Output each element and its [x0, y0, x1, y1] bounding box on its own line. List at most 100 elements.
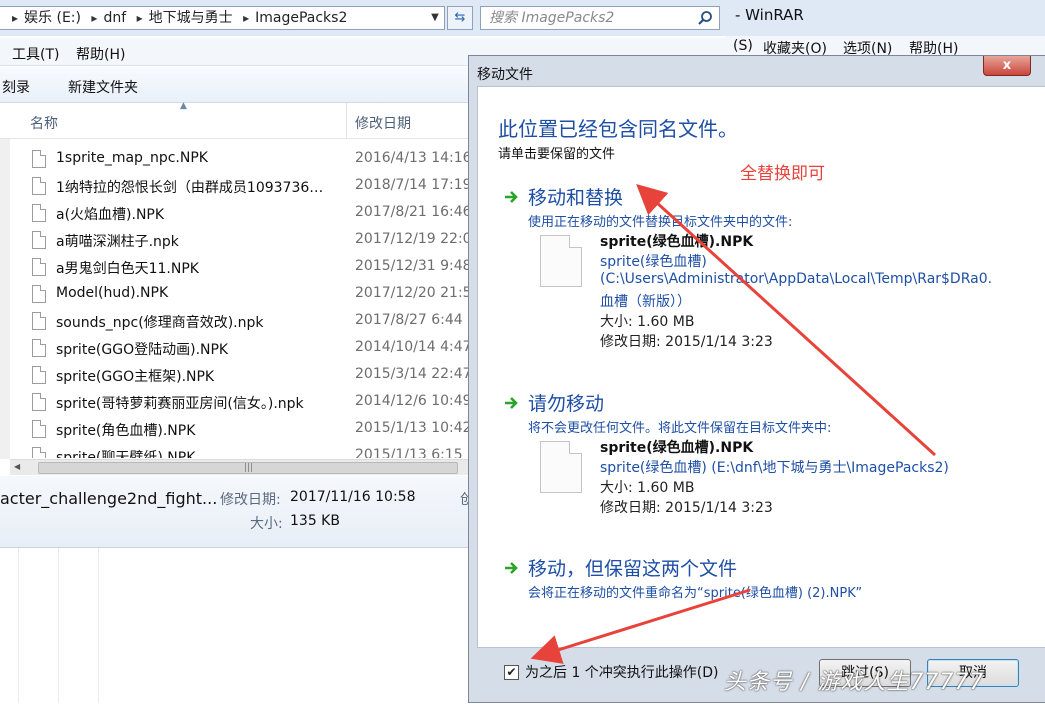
file-path-line: 血槽（新版）） [600, 294, 691, 310]
file-icon [32, 312, 46, 330]
file-row[interactable]: sounds_npc(修理商音效改).npk 2017/8/27 6:44 [30, 308, 470, 335]
green-arrow-icon [505, 191, 518, 203]
option-title: 请勿移动 [528, 393, 605, 415]
horizontal-scrollbar[interactable]: ◀ ||| [10, 459, 470, 475]
search-icon[interactable] [697, 10, 713, 26]
file-name: sprite(哥特萝莉赛丽亚房间(信女。).npk [56, 396, 304, 412]
scroll-left-icon[interactable]: ◀ [14, 462, 20, 471]
green-arrow-icon [505, 562, 518, 574]
column-modified-header[interactable]: 修改日期 [355, 113, 411, 133]
details-pane: acter_challenge2nd_fight... 修改日期: 2017/1… [0, 476, 474, 548]
file-icon [32, 204, 46, 222]
breadcrumb-chevron-icon: ▸ [243, 11, 250, 25]
burn-button[interactable]: 刻录 [2, 77, 30, 97]
refresh-icon[interactable]: ⇆ [447, 6, 473, 30]
address-bar[interactable]: ▸ 娱乐 (E:) ▸ dnf ▸ 地下城与勇士 ▸ ImagePacks2 [0, 6, 445, 30]
file-name: sprite(聊天壁纸).NPK [56, 450, 196, 458]
menu-help[interactable]: 帮助(H) [76, 44, 125, 64]
file-size: 大小: 1.60 MB [600, 314, 695, 330]
file-modified-date: 2017/12/20 21:5 [355, 285, 470, 301]
file-row[interactable]: sprite(角色血槽).NPK 2015/1/13 10:42 [30, 416, 470, 443]
new-folder-button[interactable]: 新建文件夹 [68, 77, 138, 97]
close-glyph: x [1002, 58, 1012, 73]
search-placeholder: 搜索 ImagePacks2 [489, 10, 615, 26]
file-size: 大小: 1.60 MB [600, 480, 695, 496]
scrollbar-thumb[interactable]: ||| [38, 462, 458, 474]
file-row[interactable]: sprite(GGO登陆动画).NPK 2014/10/14 4:47 [30, 335, 470, 362]
file-row[interactable]: 1纳特拉的怨恨长剑（由群成员1093736… 2018/7/14 17:19 [30, 173, 470, 200]
option-title: 移动和替换 [528, 187, 624, 209]
file-modified-date: 2015/3/14 22:47 [355, 366, 470, 382]
file-path-line: sprite(绿色血槽) [600, 254, 707, 270]
size-label: 大小: [250, 516, 283, 532]
winrar-titlebar: - WinRAR [725, 0, 1045, 36]
file-row[interactable]: a萌喵深渊柱子.npk 2017/12/19 22:0 [30, 227, 470, 254]
file-name: a男鬼剑白色天11.NPK [56, 261, 199, 277]
file-name: sprite(角色血槽).NPK [56, 423, 196, 439]
dialog-heading: 此位置已经包含同名文件。 [498, 117, 738, 141]
modified-value: 2017/11/16 10:58 [290, 489, 416, 505]
winrar-menubar: (S) 收藏夹(O) 选项(N) 帮助(H) [725, 36, 1045, 57]
apply-to-all-label[interactable]: 为之后 1 个冲突执行此操作(D) [525, 662, 719, 682]
apply-to-all-checkbox[interactable]: ✔ [504, 665, 519, 680]
file-row[interactable]: a男鬼剑白色天11.NPK 2015/12/31 9:48 [30, 254, 470, 281]
file-modified-date: 2015/1/13 6:15 [355, 447, 463, 458]
option-description: 将不会更改任何文件。将此文件保留在目标文件夹中: [528, 421, 832, 436]
file-path-line: sprite(绿色血槽) (E:\dnf\地下城与勇士\ImagePacks2) [600, 460, 949, 476]
file-icon [32, 420, 46, 438]
lower-pane [0, 548, 470, 703]
option-move-and-replace[interactable]: 移动和替换 使用正在移动的文件替换目标文件夹中的文件: sprite(绿色血槽)… [498, 183, 1038, 363]
close-icon[interactable]: x [983, 56, 1031, 76]
file-name: 1sprite_map_npc.NPK [56, 150, 208, 166]
file-modified-date: 2015/1/13 10:42 [355, 420, 470, 436]
option-keep-both[interactable]: 移动，但保留这两个文件 会将正在移动的文件重命名为“sprite(绿色血槽) (… [498, 554, 1038, 604]
file-modified: 修改日期: 2015/1/14 3:23 [600, 334, 773, 350]
file-icon [32, 339, 46, 357]
column-name-header[interactable]: 名称 [30, 113, 58, 133]
selected-file-name: acter_challenge2nd_fight... [0, 489, 218, 508]
dialog-title: 移动文件 [477, 67, 533, 83]
file-icon [540, 235, 582, 287]
green-arrow-icon [505, 397, 518, 409]
breadcrumb-chevron-icon: ▸ [136, 11, 143, 25]
file-icon [32, 366, 46, 384]
file-path-line: (C:\Users\Administrator\AppData\Local\Te… [600, 271, 993, 287]
file-name: sprite(绿色血槽).NPK [600, 234, 754, 250]
address-dropdown-icon[interactable]: ▼ [426, 7, 444, 29]
option-do-not-move[interactable]: 请勿移动 将不会更改任何文件。将此文件保留在目标文件夹中: sprite(绿色血… [498, 389, 1038, 539]
file-icon [32, 258, 46, 276]
breadcrumb-item[interactable]: dnf [103, 10, 126, 26]
search-input[interactable]: 搜索 ImagePacks2 [480, 6, 720, 30]
winrar-menu-item[interactable]: (S) [733, 38, 753, 54]
file-row[interactable]: sprite(GGO主框架).NPK 2015/3/14 22:47 [30, 362, 470, 389]
divider [58, 548, 59, 703]
breadcrumb-item[interactable]: ImagePacks2 [255, 10, 347, 26]
file-name: sounds_npc(修理商音效改).npk [56, 315, 264, 331]
column-header-row: ▲ 名称 修改日期 [0, 101, 470, 139]
breadcrumb-item[interactable]: 娱乐 (E:) [24, 10, 81, 26]
file-name: a萌喵深渊柱子.npk [56, 234, 179, 250]
file-row[interactable]: sprite(聊天壁纸).NPK 2015/1/13 6:15 [30, 443, 470, 458]
file-modified-date: 2017/8/21 16:46 [355, 204, 470, 220]
file-icon [32, 285, 46, 303]
file-list: 1sprite_map_npc.NPK 2016/4/13 14:16 1纳特拉的怨… [30, 146, 470, 458]
file-icon [32, 150, 46, 168]
column-divider[interactable] [346, 103, 347, 139]
file-modified: 修改日期: 2015/1/14 3:23 [600, 500, 773, 516]
option-description: 使用正在移动的文件替换目标文件夹中的文件: [528, 215, 793, 230]
file-name: sprite(GGO主框架).NPK [56, 369, 215, 385]
modified-label: 修改日期: [220, 492, 281, 508]
sort-ascending-icon: ▲ [180, 101, 187, 111]
file-modified-date: 2017/12/19 22:0 [355, 231, 470, 247]
file-row[interactable]: sprite(哥特萝莉赛丽亚房间(信女。).npk 2014/12/6 10:49 [30, 389, 470, 416]
file-row[interactable]: Model(hud).NPK 2017/12/20 21:5 [30, 281, 470, 308]
file-name: sprite(GGO登陆动画).NPK [56, 342, 229, 358]
breadcrumb-item[interactable]: 地下城与勇士 [149, 10, 233, 26]
file-row[interactable]: a(火焰血槽).NPK 2017/8/21 16:46 [30, 200, 470, 227]
file-name: 1纳特拉的怨恨长剑（由群成员1093736… [56, 180, 324, 196]
navigation-pane-edge [0, 139, 10, 459]
menu-tools[interactable]: 工具(T) [12, 44, 59, 64]
divider [18, 548, 19, 703]
option-description: 会将正在移动的文件重命名为“sprite(绿色血槽) (2).NPK” [528, 586, 863, 601]
file-row[interactable]: 1sprite_map_npc.NPK 2016/4/13 14:16 [30, 146, 470, 173]
